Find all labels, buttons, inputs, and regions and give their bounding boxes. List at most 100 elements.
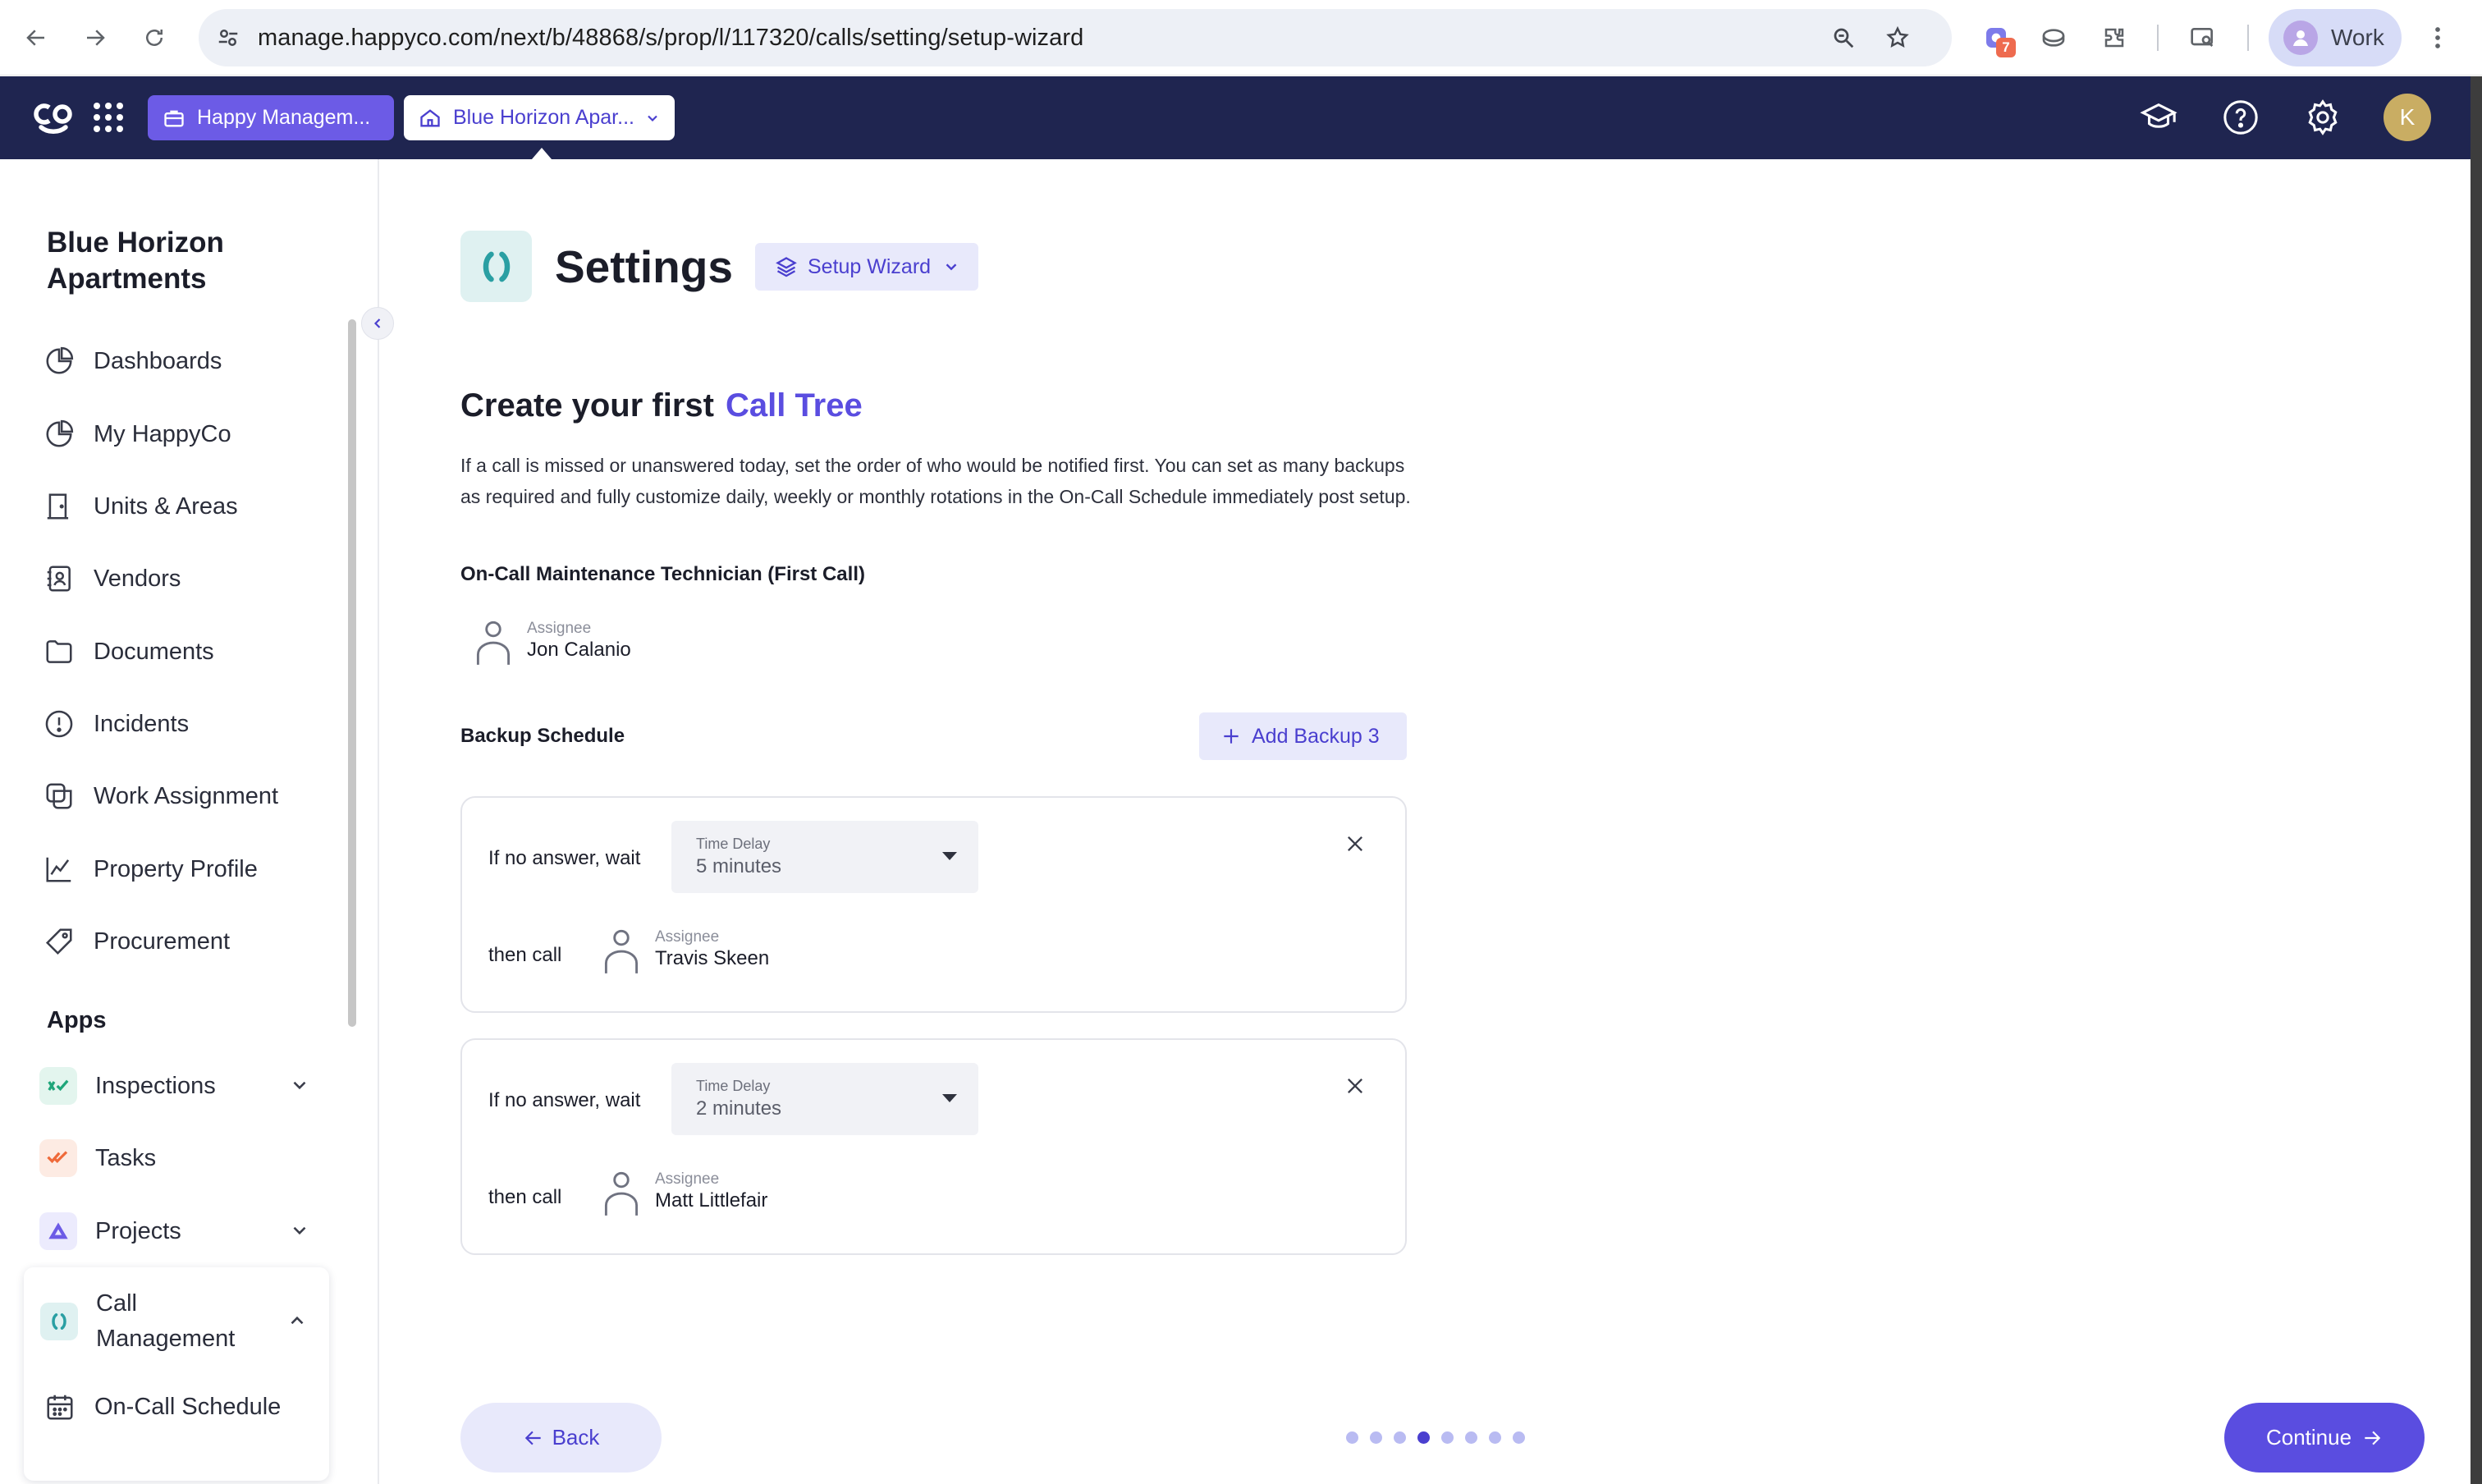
door-icon <box>39 487 79 526</box>
sidebar-item-procurement[interactable]: Procurement <box>39 917 335 966</box>
wizard-step-dot[interactable] <box>1441 1431 1454 1444</box>
sidebar-item-property-profile[interactable]: Property Profile <box>39 845 335 894</box>
sidebar-item-work-assignment[interactable]: Work Assignment <box>39 772 335 821</box>
remove-backup-close-icon[interactable] <box>1339 1069 1372 1102</box>
property-scope-selector[interactable]: Blue Horizon Apar... <box>404 95 675 140</box>
sidebar-item-label: Procurement <box>94 928 231 955</box>
wait-label: If no answer, wait <box>488 1089 641 1111</box>
sidebar-app-label: Tasks <box>95 1144 157 1171</box>
sidebar-call-management-group: Call Management On-Call Schedule <box>24 1267 329 1481</box>
plus-icon <box>1220 726 1242 747</box>
calendar-icon <box>40 1387 80 1427</box>
app-switcher-grid-icon[interactable] <box>89 98 128 137</box>
tasks-icon <box>39 1139 77 1177</box>
app-top-bar: Happy Managem... Blue Horizon Apar... K <box>0 76 2471 159</box>
section-heading-text: Create your first <box>460 387 714 424</box>
sidebar-item-on-call-schedule[interactable]: On-Call Schedule <box>40 1382 319 1431</box>
remove-backup-close-icon[interactable] <box>1339 827 1372 860</box>
first-call-assignee[interactable]: Assignee Jon Calanio <box>469 614 631 668</box>
time-delay-select[interactable]: Time Delay 5 minutes <box>671 821 978 893</box>
backup-card: If no answer, wait Time Delay 5 minutes … <box>460 796 1407 1013</box>
address-bar[interactable]: manage.happyco.com/next/b/48868/s/prop/l… <box>199 9 1952 66</box>
url-text[interactable]: manage.happyco.com/next/b/48868/s/prop/l… <box>258 9 1083 66</box>
settings-gear-icon[interactable] <box>2301 96 2344 139</box>
sidebar-scrollbar[interactable] <box>348 319 356 1027</box>
then-call-label: then call <box>488 944 562 966</box>
sidebar-app-projects[interactable]: Projects <box>39 1207 310 1256</box>
site-settings-icon[interactable] <box>208 18 248 57</box>
briefcase-icon <box>163 107 185 130</box>
learning-cap-icon[interactable] <box>2137 96 2180 139</box>
caret-down-icon <box>942 852 957 860</box>
chevron-up-icon[interactable] <box>286 1310 308 1331</box>
assignee-name: Travis Skeen <box>655 947 770 969</box>
bookmark-star-icon[interactable] <box>1878 18 1917 57</box>
first-call-label: On-Call Maintenance Technician (First Ca… <box>460 563 865 585</box>
wizard-step-dot[interactable] <box>1417 1431 1430 1444</box>
time-delay-caption: Time Delay <box>696 836 771 852</box>
time-delay-value: 2 minutes <box>696 1097 782 1120</box>
pie-chart-icon <box>39 341 79 381</box>
chevron-down-icon <box>942 258 960 276</box>
add-backup-label: Add Backup 3 <box>1252 724 1380 748</box>
profile-chip[interactable]: Work <box>2269 9 2402 66</box>
sidebar-item-documents[interactable]: Documents <box>39 627 335 676</box>
sidebar-app-call-management[interactable]: Call Management <box>40 1282 319 1361</box>
wizard-step-dot[interactable] <box>1513 1431 1525 1444</box>
sidebar-item-vendors[interactable]: Vendors <box>39 554 335 603</box>
wizard-step-dot[interactable] <box>1394 1431 1406 1444</box>
chevron-down-icon[interactable] <box>289 1220 310 1241</box>
time-delay-select[interactable]: Time Delay 2 minutes <box>671 1063 978 1135</box>
company-scope-selector[interactable]: Happy Managem... <box>148 95 394 140</box>
user-avatar[interactable]: K <box>2384 94 2431 141</box>
sidebar-app-tasks[interactable]: Tasks <box>39 1134 310 1183</box>
toolbar-separator <box>2157 25 2159 51</box>
sidebar-item-units-areas[interactable]: Units & Areas <box>39 482 335 531</box>
browser-back-button[interactable] <box>16 18 56 57</box>
time-delay-caption: Time Delay <box>696 1078 771 1094</box>
help-icon[interactable] <box>2219 96 2262 139</box>
backup-assignee[interactable]: Assignee Travis Skeen <box>598 923 769 977</box>
browser-chrome: manage.happyco.com/next/b/48868/s/prop/l… <box>0 0 2482 76</box>
sidebar-item-my-happyco[interactable]: My HappyCo <box>39 410 335 459</box>
toolbar-separator <box>2247 25 2249 51</box>
sidebar-item-incidents[interactable]: Incidents <box>39 699 335 749</box>
add-backup-button[interactable]: Add Backup 3 <box>1199 712 1407 760</box>
sidebar-collapse-button[interactable] <box>361 307 394 340</box>
caret-down-icon <box>942 1094 957 1102</box>
continue-button[interactable]: Continue <box>2224 1403 2425 1473</box>
happyco-logo-icon[interactable] <box>31 98 74 137</box>
wizard-step-dot[interactable] <box>1370 1431 1382 1444</box>
assignee-caption: Assignee <box>655 1170 720 1188</box>
wizard-step-dot[interactable] <box>1346 1431 1358 1444</box>
wizard-step-dot[interactable] <box>1489 1431 1501 1444</box>
tab-search-icon[interactable] <box>2183 18 2223 57</box>
section-heading-accent: Call Tree <box>725 387 863 424</box>
browser-menu-icon[interactable] <box>2421 18 2454 57</box>
inspections-icon <box>39 1067 77 1105</box>
zoom-icon[interactable] <box>1824 18 1863 57</box>
folder-icon <box>39 632 79 671</box>
extension-disc-icon[interactable] <box>2034 18 2073 57</box>
back-button[interactable]: Back <box>460 1403 662 1473</box>
sidebar-app-label: Projects <box>95 1217 181 1244</box>
browser-reload-button[interactable] <box>135 18 174 57</box>
assignee-name: Jon Calanio <box>527 639 631 661</box>
extension-icon[interactable]: 7 <box>1976 18 2016 57</box>
extensions-puzzle-icon[interactable] <box>2095 18 2134 57</box>
property-scope-label: Blue Horizon Apar... <box>453 106 634 129</box>
sidebar-item-label: On-Call Schedule <box>94 1393 282 1420</box>
chevron-down-icon[interactable] <box>289 1074 310 1096</box>
home-icon <box>419 107 442 130</box>
wizard-step-dot[interactable] <box>1465 1431 1477 1444</box>
browser-forward-button[interactable] <box>76 18 115 57</box>
backup-card: If no answer, wait Time Delay 2 minutes … <box>460 1038 1407 1255</box>
backup-assignee[interactable]: Assignee Matt Littlefair <box>598 1165 767 1219</box>
sidebar-app-inspections[interactable]: Inspections <box>39 1061 310 1111</box>
warning-icon <box>39 704 79 744</box>
tag-icon <box>39 922 79 961</box>
sidebar-item-label: Dashboards <box>94 347 222 374</box>
sidebar-item-dashboards[interactable]: Dashboards <box>39 337 335 386</box>
user-outline-icon <box>598 923 645 977</box>
setup-wizard-dropdown[interactable]: Setup Wizard <box>755 243 978 291</box>
